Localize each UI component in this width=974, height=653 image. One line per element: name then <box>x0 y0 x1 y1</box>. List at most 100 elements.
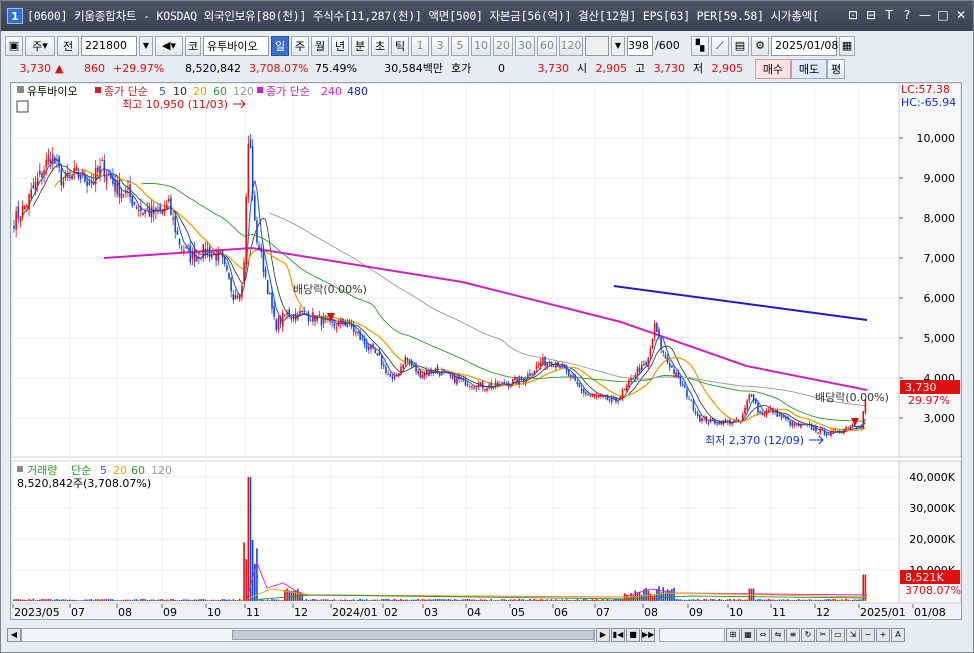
volume-bar <box>709 598 712 601</box>
candle-body <box>198 256 200 259</box>
play-icon[interactable]: ▶▶ <box>641 628 655 642</box>
volume-bar <box>378 600 381 601</box>
volume-bar <box>492 600 495 601</box>
candle-body <box>200 257 202 259</box>
candle-body <box>254 195 256 221</box>
volume-bar <box>817 599 819 601</box>
sell-button[interactable]: 매도 <box>791 59 827 79</box>
interval-120-button[interactable]: 120 <box>559 35 583 56</box>
volume-bar <box>772 599 774 601</box>
interval-1-button[interactable]: 1 <box>411 35 429 56</box>
text-size-icon[interactable]: T <box>881 8 897 23</box>
range-button[interactable]: 전 <box>57 35 79 56</box>
save-icon[interactable]: ▤ <box>731 35 749 56</box>
first-icon[interactable]: ▮◀ <box>611 628 625 642</box>
candle-body <box>329 320 331 322</box>
chart-settings-icon[interactable]: ▣ <box>5 35 23 56</box>
low-price: 2,905 <box>711 62 744 75</box>
volume-tick-label: 40,000K <box>909 471 955 484</box>
draw-line-icon[interactable]: ⟋ <box>711 35 729 56</box>
interval-custom-input[interactable] <box>585 35 609 56</box>
volume-bar <box>36 599 39 601</box>
scroll-left-icon[interactable]: ◀ <box>7 628 21 642</box>
stock-code-input[interactable]: 221800 <box>81 35 137 56</box>
chart-svg[interactable]: 유투바이오 종가 단순 5 10 20 60 120 종가 단순 240 480… <box>11 83 961 619</box>
speaker-icon[interactable]: ◀▾ <box>155 35 183 56</box>
volume-bar <box>436 599 439 601</box>
period-day-button[interactable]: 일 <box>271 35 289 56</box>
buy-button[interactable]: 매수 <box>755 59 791 79</box>
interval-30-button[interactable]: 30 <box>515 35 535 56</box>
candle-body <box>572 375 574 377</box>
period-year-button[interactable]: 년 <box>331 35 349 56</box>
candle-body <box>671 365 673 368</box>
stock-code-dropdown-icon[interactable]: ▼ <box>139 35 153 56</box>
interval-3-button[interactable]: 3 <box>431 35 449 56</box>
dividend-annotation-1: 배당락(0.00%) <box>293 283 367 296</box>
zoom-icon[interactable]: ▚ <box>691 35 709 56</box>
average-button[interactable]: 평 <box>827 59 845 79</box>
cut-icon[interactable]: ✂ <box>816 628 830 642</box>
interval-60-button[interactable]: 60 <box>537 35 557 56</box>
font-size-icon[interactable]: A <box>891 628 905 642</box>
link-icon[interactable]: ⊡ <box>845 8 861 23</box>
last-price: 3,730 <box>537 62 570 75</box>
scrollbar-thumb[interactable] <box>232 630 594 640</box>
refresh-icon[interactable]: ↻ <box>801 628 815 642</box>
volume-bar <box>632 595 634 601</box>
candle-body <box>73 168 75 174</box>
shrink-icon[interactable]: ⇲ <box>846 628 860 642</box>
interval-5-button[interactable]: 5 <box>451 35 469 56</box>
period-tick-button[interactable]: 틱 <box>391 35 409 56</box>
period-month-button[interactable]: 월 <box>311 35 329 56</box>
stock-search-button[interactable]: 코 <box>185 35 201 56</box>
volume-bar <box>159 599 161 601</box>
candle-body <box>324 318 327 320</box>
volume-bar <box>352 599 355 601</box>
zoom-out-icon[interactable]: − <box>861 628 875 642</box>
candle-body <box>82 171 84 176</box>
period-minute-button[interactable]: 분 <box>351 35 369 56</box>
market-select[interactable]: 주 ▾ <box>25 35 55 56</box>
volume-bar <box>531 600 533 601</box>
stop-icon[interactable]: ■ <box>626 628 640 642</box>
title-bar[interactable]: 1 [0600] 키움종합차트 - KOSDAQ 외국인보유[80(천)] 주식… <box>1 1 973 31</box>
help-icon[interactable]: ? <box>899 8 915 23</box>
close-icon[interactable]: ✕ <box>953 8 969 23</box>
price-panel[interactable] <box>11 83 900 458</box>
volume-bar <box>520 599 523 601</box>
candle-body <box>172 217 174 220</box>
minimize-icon[interactable]: — <box>917 8 933 23</box>
volume-bar <box>843 600 845 601</box>
zoom-slider[interactable] <box>659 628 725 642</box>
window-icon[interactable]: ▭ <box>831 628 845 642</box>
candle-body <box>490 382 493 388</box>
candle-body <box>206 248 209 252</box>
zoom-in-icon[interactable]: + <box>876 628 890 642</box>
calendar-icon[interactable]: ▦ <box>839 35 855 56</box>
interval-dropdown-icon[interactable]: ▼ <box>611 35 625 56</box>
period-second-button[interactable]: 초 <box>371 35 389 56</box>
period-week-button[interactable]: 주 <box>291 35 309 56</box>
volume-bar <box>208 600 211 601</box>
scroll-right-icon[interactable]: ▶ <box>596 628 610 642</box>
volume-bar <box>43 599 45 601</box>
date-field[interactable]: 2025/01/08 <box>771 35 838 56</box>
compare-icon[interactable]: ≡ <box>786 628 800 642</box>
grid-icon[interactable]: ▦ <box>741 628 755 642</box>
link-chart-icon[interactable]: ⇋ <box>771 628 785 642</box>
volume-bar <box>561 599 564 601</box>
chart-area[interactable]: 유투바이오 종가 단순 5 10 20 60 120 종가 단순 240 480… <box>10 82 962 620</box>
volume-bar <box>484 599 486 601</box>
horizontal-scrollbar[interactable] <box>21 628 595 642</box>
maximize-icon[interactable]: □ <box>935 8 951 23</box>
arrows-icon[interactable]: ⇔ <box>756 628 770 642</box>
bar-count-input[interactable]: 398 <box>627 35 653 56</box>
layout-icon[interactable]: ⊟ <box>863 8 879 23</box>
volume-bar <box>707 600 710 601</box>
gear-icon[interactable]: ⚙ <box>751 35 769 56</box>
candle-body <box>621 390 624 398</box>
crosshair-icon[interactable]: ⊞ <box>726 628 740 642</box>
interval-10-button[interactable]: 10 <box>471 35 491 56</box>
interval-20-button[interactable]: 20 <box>493 35 513 56</box>
